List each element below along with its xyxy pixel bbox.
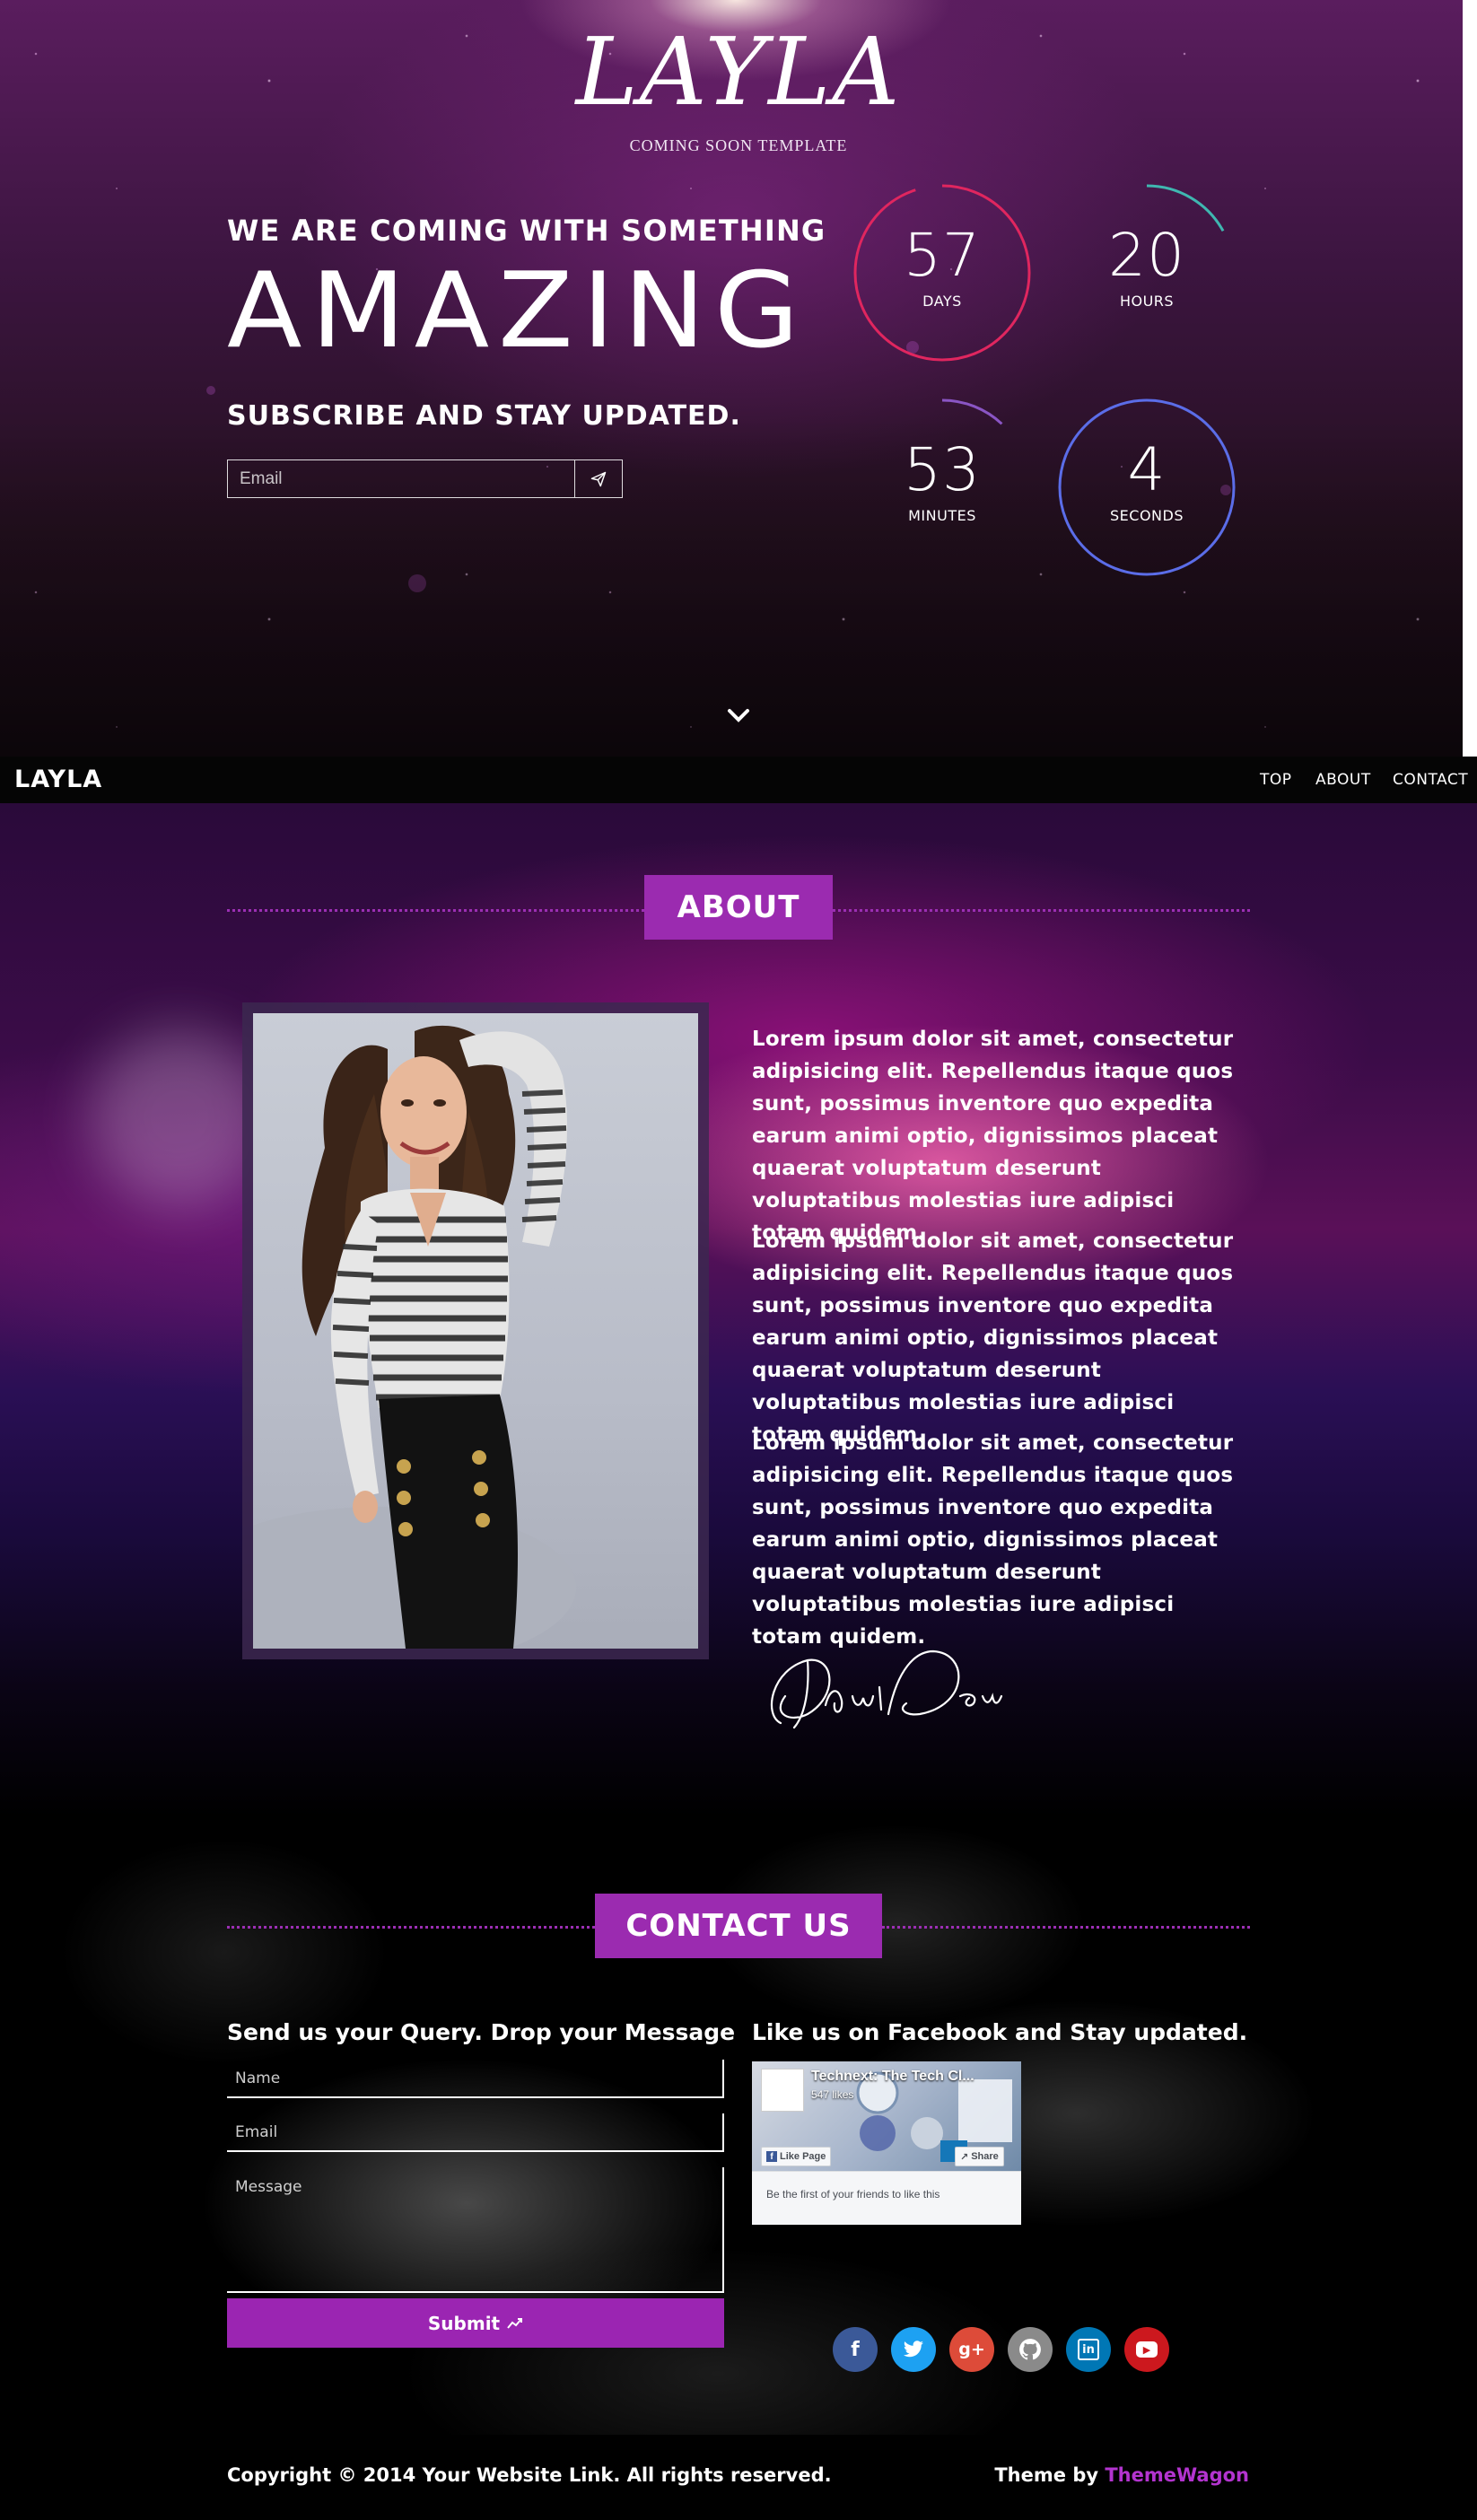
trend-arrow-icon	[507, 2317, 523, 2329]
hero-section: LAYLA COMING SOON TEMPLATE WE ARE COMING…	[0, 0, 1463, 757]
facebook-heading: Like us on Facebook and Stay updated.	[752, 2019, 1248, 2045]
share-icon: ↗	[960, 2151, 969, 2163]
facebook-icon: f	[766, 2151, 777, 2162]
footer-theme-link[interactable]: ThemeWagon	[1105, 2464, 1249, 2486]
footer-theme-credit: Theme by ThemeWagon	[994, 2464, 1249, 2486]
facebook-page-name[interactable]: Technext: The Tech Cl...	[811, 2069, 974, 2085]
github-icon	[1019, 2339, 1041, 2360]
page-edge	[1463, 0, 1477, 757]
contact-form-heading: Send us your Query. Drop your Message	[227, 2019, 736, 2045]
hero-headline-big: AMAZING	[227, 249, 808, 372]
contact-name-input[interactable]	[227, 2060, 724, 2098]
about-divider-right	[833, 909, 1250, 912]
countdown-hours-label: HOURS	[1119, 293, 1175, 310]
countdown-minutes-label: MINUTES	[908, 507, 976, 524]
footer: Copyright © 2014 Your Website Link. All …	[0, 2435, 1477, 2520]
contact-title: CONTACT US	[595, 1894, 882, 1958]
paper-plane-icon	[590, 471, 607, 486]
contact-divider-left	[227, 1926, 595, 1929]
scroll-down-button[interactable]	[724, 705, 753, 727]
twitter-icon	[904, 2341, 923, 2358]
chevron-down-icon	[728, 709, 749, 722]
about-photo-frame	[242, 1002, 709, 1659]
countdown-hours: 20 HOURS	[1057, 183, 1237, 363]
about-photo	[253, 1013, 698, 1649]
submit-label: Submit	[427, 2312, 501, 2334]
countdown-hours-value: 20	[1108, 221, 1185, 290]
facebook-friends-text: Be the first of your friends to like thi…	[766, 2188, 940, 2201]
facebook-page-widget[interactable]: Technext: The Tech Cl... 547 likes f Lik…	[752, 2061, 1021, 2225]
facebook-like-label: Like Page	[780, 2151, 826, 2162]
youtube-icon: ▶	[1136, 2341, 1158, 2358]
hero-logo: LAYLA	[575, 17, 902, 127]
about-divider-left	[227, 909, 644, 912]
subscribe-title: SUBSCRIBE AND STAY UPDATED.	[227, 400, 741, 432]
google-plus-icon: g+	[958, 2340, 985, 2359]
facebook-like-count: 547 likes	[811, 2088, 854, 2101]
facebook-share-label: Share	[971, 2151, 999, 2162]
countdown-seconds: 4 SECONDS	[1057, 398, 1237, 577]
contact-section: CONTACT US Send us your Query. Drop your…	[0, 1817, 1477, 2435]
footer-copyright: Copyright © 2014 Your Website Link. All …	[227, 2464, 832, 2486]
contact-divider-right	[882, 1926, 1250, 1929]
handwritten-signature	[770, 1649, 1003, 1729]
portrait-illustration	[253, 1025, 576, 1649]
hero-logo-subtitle: COMING SOON TEMPLATE	[629, 136, 848, 154]
linkedin-icon: in	[1078, 2339, 1099, 2360]
countdown-minutes: 53 MINUTES	[852, 398, 1032, 577]
about-paragraph-1: Lorem ipsum dolor sit amet, consectetur …	[752, 1028, 1234, 1245]
footer-theme-prefix: Theme by	[994, 2464, 1099, 2486]
nav-item-contact[interactable]: CONTACT	[1393, 771, 1468, 789]
countdown-days-value: 57	[904, 221, 981, 290]
about-signature	[754, 1633, 1023, 1746]
nav-item-about[interactable]: ABOUT	[1315, 771, 1371, 789]
contact-submit-button[interactable]: Submit	[227, 2298, 724, 2348]
countdown-seconds-value: 4	[1127, 435, 1167, 504]
about-title: ABOUT	[644, 875, 833, 940]
google-plus-social-button[interactable]: g+	[949, 2327, 994, 2372]
facebook-friends-bar: Be the first of your friends to like thi…	[752, 2171, 1021, 2225]
subscribe-email-input[interactable]	[227, 459, 574, 498]
about-paragraph-2: Lorem ipsum dolor sit amet, consectetur …	[752, 1229, 1234, 1447]
contact-email-input[interactable]	[227, 2113, 724, 2152]
facebook-like-page-button[interactable]: f Like Page	[761, 2147, 832, 2166]
navbar: LAYLA TOP ABOUT CONTACT	[0, 757, 1477, 803]
contact-message-input[interactable]	[227, 2167, 724, 2293]
countdown-days: 57 DAYS	[852, 183, 1032, 363]
facebook-social-button[interactable]: f	[833, 2327, 878, 2372]
nav-brand[interactable]: LAYLA	[14, 766, 102, 793]
facebook-page-avatar	[761, 2069, 804, 2112]
github-social-button[interactable]	[1008, 2327, 1053, 2372]
youtube-social-button[interactable]: ▶	[1124, 2327, 1169, 2372]
facebook-icon: f	[851, 2338, 860, 2361]
subscribe-send-button[interactable]	[574, 459, 623, 498]
about-section: ABOUT Lorem ipsum dolor sit amet, consec…	[0, 803, 1477, 1817]
countdown-minutes-value: 53	[904, 435, 981, 504]
countdown-seconds-label: SECONDS	[1110, 507, 1184, 524]
countdown-days-label: DAYS	[922, 293, 962, 310]
about-paragraph-3: Lorem ipsum dolor sit amet, consectetur …	[752, 1431, 1234, 1649]
facebook-share-button[interactable]: ↗ Share	[955, 2147, 1004, 2166]
nav-item-top[interactable]: TOP	[1260, 771, 1292, 789]
linkedin-social-button[interactable]: in	[1066, 2327, 1111, 2372]
hero-headline-small: WE ARE COMING WITH SOMETHING	[227, 214, 826, 248]
twitter-social-button[interactable]	[891, 2327, 936, 2372]
